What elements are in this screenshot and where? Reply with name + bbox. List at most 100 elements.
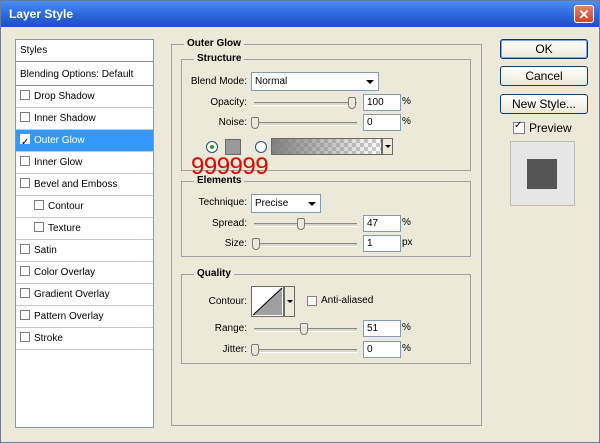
styles-list: Styles Blending Options: Default Drop Sh…	[15, 39, 154, 428]
style-item-inner-glow[interactable]: Inner Glow	[16, 152, 153, 174]
new-style-button[interactable]: New Style...	[500, 94, 588, 114]
style-item-label: Inner Glow	[34, 157, 83, 168]
chevron-down-icon	[287, 300, 293, 303]
size-unit: px	[402, 237, 413, 248]
spread-unit: %	[402, 217, 411, 228]
preview-swatch	[527, 159, 557, 189]
spread-slider[interactable]	[254, 223, 357, 227]
style-item-stroke[interactable]: Stroke	[16, 328, 153, 350]
chevron-down-icon	[385, 145, 391, 148]
contour-picker[interactable]	[251, 286, 284, 317]
close-button[interactable]: ✕	[574, 5, 594, 23]
preview-label: Preview	[529, 121, 572, 135]
technique-select[interactable]: Precise	[251, 194, 321, 213]
noise-slider-thumb[interactable]	[251, 117, 259, 129]
anti-aliased-label: Anti-aliased	[321, 295, 374, 306]
range-unit: %	[402, 322, 411, 333]
spread-slider-thumb[interactable]	[297, 218, 305, 230]
jitter-slider[interactable]	[254, 349, 357, 353]
blend-mode-label: Blend Mode:	[190, 76, 247, 87]
satin-checkbox[interactable]	[20, 244, 30, 255]
style-item-texture[interactable]: Texture	[16, 218, 153, 240]
style-item-label: Color Overlay	[34, 267, 96, 278]
style-item-label: Inner Shadow	[34, 113, 96, 124]
range-slider-thumb[interactable]	[300, 323, 308, 335]
opacity-unit: %	[402, 96, 411, 107]
spread-label: Spread:	[211, 218, 247, 229]
opacity-slider-thumb[interactable]	[348, 97, 356, 109]
size-slider[interactable]	[254, 243, 357, 247]
style-item-label: Stroke	[34, 333, 63, 344]
glow-gradient-picker[interactable]	[271, 138, 382, 155]
preview-checkbox[interactable]	[513, 120, 525, 134]
size-label: Size:	[224, 238, 247, 249]
range-input[interactable]: 51	[363, 320, 401, 337]
technique-label: Technique:	[198, 197, 247, 208]
bevel-emboss-checkbox[interactable]	[20, 178, 30, 189]
chevron-down-icon	[308, 202, 316, 206]
style-item-color-overlay[interactable]: Color Overlay	[16, 262, 153, 284]
cancel-button[interactable]: Cancel	[500, 66, 588, 86]
drop-shadow-checkbox[interactable]	[20, 90, 30, 101]
ok-button[interactable]: OK	[500, 39, 588, 59]
style-item-satin[interactable]: Satin	[16, 240, 153, 262]
color-overlay-checkbox[interactable]	[20, 266, 30, 277]
opacity-slider[interactable]	[254, 102, 357, 106]
gradient-dropdown-button[interactable]	[382, 138, 393, 155]
noise-input[interactable]: 0	[363, 114, 401, 131]
style-item-label: Gradient Overlay	[34, 289, 110, 300]
preview-thumbnail	[510, 141, 575, 206]
elements-title: Elements	[194, 175, 245, 186]
style-item-label: Drop Shadow	[34, 91, 95, 102]
blend-mode-value: Normal	[255, 76, 288, 87]
styles-header[interactable]: Styles	[16, 40, 153, 62]
style-item-inner-shadow[interactable]: Inner Shadow	[16, 108, 153, 130]
style-item-label: Pattern Overlay	[34, 311, 104, 322]
outer-glow-checkbox[interactable]	[20, 132, 30, 154]
range-label: Range:	[214, 323, 247, 334]
solid-color-radio[interactable]	[206, 141, 218, 153]
anti-aliased-checkbox[interactable]	[307, 296, 317, 306]
blending-options-item[interactable]: Blending Options: Default	[16, 64, 153, 86]
blend-mode-select[interactable]: Normal	[251, 72, 379, 91]
chevron-down-icon	[366, 80, 374, 84]
opacity-label: Opacity:	[210, 97, 247, 108]
title-bar: Layer Style ✕	[1, 1, 599, 27]
style-item-pattern-overlay[interactable]: Pattern Overlay	[16, 306, 153, 328]
style-item-label: Texture	[48, 223, 81, 234]
gradient-radio[interactable]	[255, 141, 267, 153]
style-item-outer-glow[interactable]: Outer Glow	[16, 130, 153, 154]
style-item-gradient-overlay[interactable]: Gradient Overlay	[16, 284, 153, 306]
spread-input[interactable]: 47	[363, 215, 401, 232]
size-input[interactable]: 1	[363, 235, 401, 252]
jitter-unit: %	[402, 343, 411, 354]
technique-value: Precise	[255, 198, 289, 209]
contour-checkbox[interactable]	[34, 200, 44, 211]
texture-checkbox[interactable]	[34, 222, 44, 233]
style-item-bevel-emboss[interactable]: Bevel and Emboss	[16, 174, 153, 196]
noise-unit: %	[402, 116, 411, 127]
style-item-label: Contour	[48, 201, 84, 212]
inner-shadow-checkbox[interactable]	[20, 112, 30, 123]
inner-glow-checkbox[interactable]	[20, 156, 30, 167]
pattern-overlay-checkbox[interactable]	[20, 310, 30, 321]
noise-label: Noise:	[218, 117, 247, 128]
size-slider-thumb[interactable]	[252, 238, 260, 250]
noise-slider[interactable]	[254, 122, 357, 126]
jitter-slider-thumb[interactable]	[251, 344, 259, 356]
window-title: Layer Style	[9, 7, 74, 21]
stroke-checkbox[interactable]	[20, 332, 30, 343]
style-item-label: Satin	[34, 245, 57, 256]
style-item-label: Bevel and Emboss	[34, 179, 118, 190]
style-item-contour[interactable]: Contour	[16, 196, 153, 218]
style-item-drop-shadow[interactable]: Drop Shadow	[16, 86, 153, 108]
jitter-label: Jitter:	[222, 344, 247, 355]
opacity-input[interactable]: 100	[363, 94, 401, 111]
quality-title: Quality	[194, 268, 234, 279]
jitter-input[interactable]: 0	[363, 341, 401, 358]
contour-dropdown-button[interactable]	[284, 286, 295, 317]
gradient-overlay-checkbox[interactable]	[20, 288, 30, 299]
contour-preview-icon	[252, 287, 283, 316]
outer-glow-title: Outer Glow	[184, 38, 244, 49]
style-item-label: Outer Glow	[34, 135, 85, 146]
